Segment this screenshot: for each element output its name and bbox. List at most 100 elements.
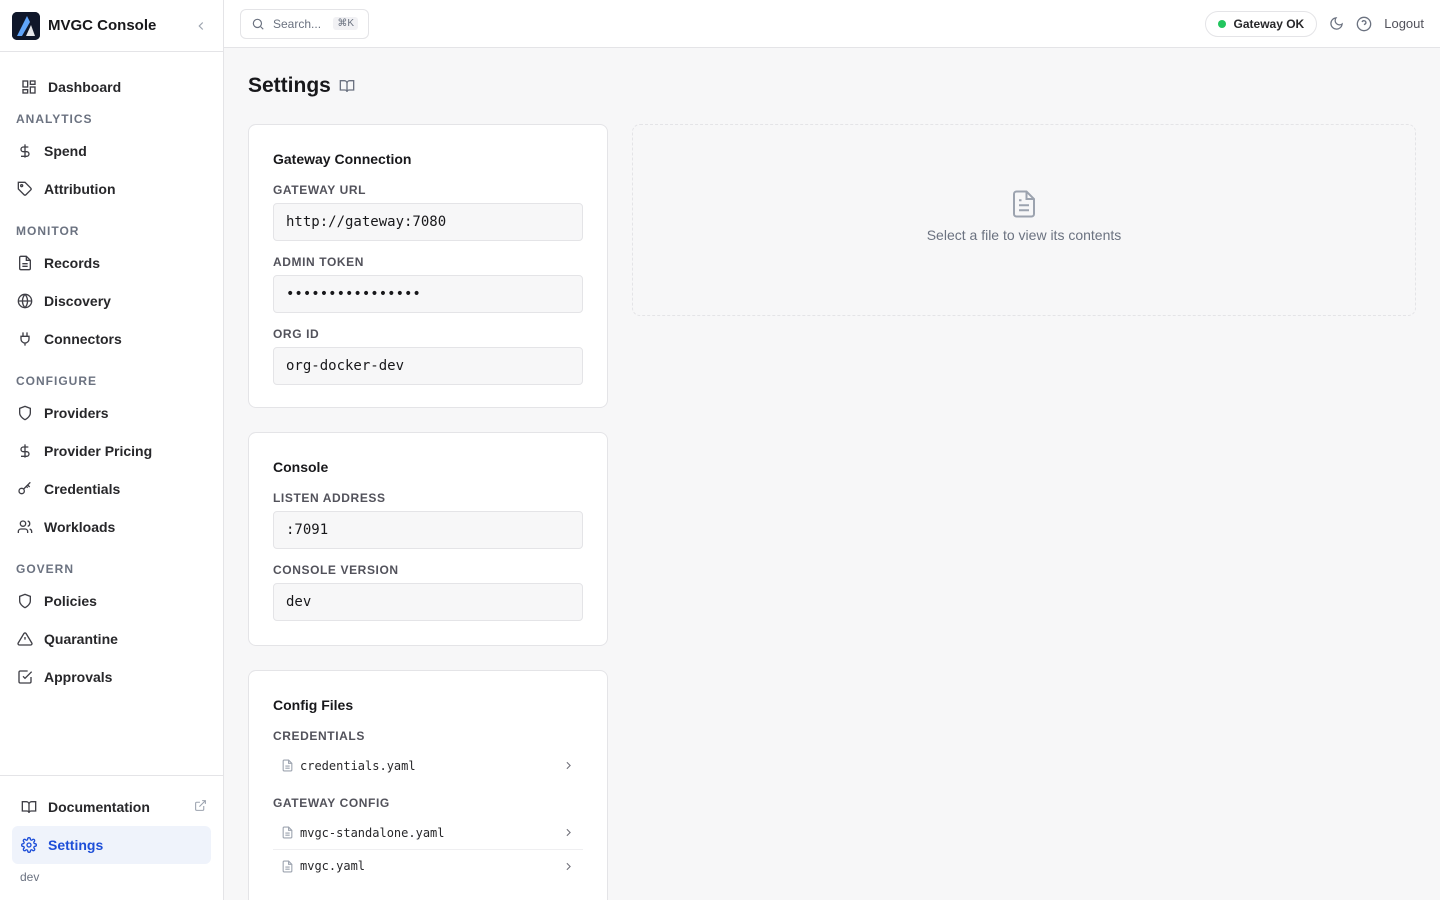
environment-label: dev	[20, 870, 40, 884]
file-text-icon	[1009, 189, 1039, 219]
sidebar-item-label: Documentation	[48, 799, 150, 815]
admin-token-label: ADMIN TOKEN	[273, 255, 365, 269]
section-govern: GOVERN	[16, 562, 75, 576]
sidebar-item-quarantine[interactable]: Quarantine	[12, 620, 211, 658]
sidebar-item-label: Attribution	[44, 181, 116, 197]
globe-icon	[16, 292, 34, 310]
dollar-icon	[16, 142, 34, 160]
config-group-label: GATEWAY CONFIG	[273, 796, 390, 810]
gateway-status-badge: Gateway OK	[1204, 10, 1318, 37]
search-shortcut: ⌘K	[333, 17, 358, 30]
sidebar-item-workloads[interactable]: Workloads	[12, 508, 211, 546]
file-icon	[281, 826, 294, 839]
help-icon[interactable]	[1356, 16, 1372, 32]
org-id-field[interactable]: org-docker-dev	[273, 347, 583, 385]
sidebar-item-label: Quarantine	[44, 631, 118, 647]
listen-address-field[interactable]: :7091	[273, 511, 583, 549]
search-placeholder: Search...	[273, 16, 322, 31]
topbar: Search... ⌘K Gateway OK Logout	[224, 0, 1440, 48]
file-viewer-empty-state: Select a file to view its contents	[632, 124, 1416, 316]
sidebar-item-connectors[interactable]: Connectors	[12, 320, 211, 358]
config-files-card: Config Files CREDENTIALS credentials.yam…	[248, 670, 608, 900]
key-icon	[16, 480, 34, 498]
listen-address-label: LISTEN ADDRESS	[273, 491, 386, 505]
org-id-label: ORG ID	[273, 327, 320, 341]
gear-icon	[20, 836, 38, 854]
sidebar-item-label: Provider Pricing	[44, 443, 153, 459]
sidebar-item-spend[interactable]: Spend	[12, 132, 211, 170]
page-title-text: Settings	[248, 74, 331, 97]
section-analytics: ANALYTICS	[16, 112, 93, 126]
sidebar-item-settings[interactable]: Settings	[12, 826, 211, 864]
sidebar-footer: Documentation Settings dev	[0, 775, 223, 900]
file-text-icon	[16, 254, 34, 272]
config-group-label: CREDENTIALS	[273, 729, 365, 743]
sidebar-item-policies[interactable]: Policies	[12, 582, 211, 620]
status-dot	[1217, 19, 1226, 28]
sidebar-item-attribution[interactable]: Attribution	[12, 170, 211, 208]
console-card: Console LISTEN ADDRESS :7091 CONSOLE VER…	[248, 432, 608, 646]
file-name: credentials.yaml	[300, 758, 416, 773]
admin-token-field[interactable]: ••••••••••••••••	[273, 275, 583, 313]
book-open-icon[interactable]	[339, 78, 355, 94]
plug-icon	[16, 330, 34, 348]
sidebar-item-provider-pricing[interactable]: Provider Pricing	[12, 432, 211, 470]
card-title: Gateway Connection	[273, 151, 412, 167]
book-open-icon	[20, 798, 38, 816]
topbar-actions: Gateway OK Logout	[1204, 10, 1424, 37]
section-monitor: MONITOR	[16, 224, 80, 238]
sidebar-item-documentation[interactable]: Documentation	[12, 788, 211, 826]
file-row-mvgc[interactable]: mvgc.yaml	[273, 849, 583, 882]
file-row-credentials[interactable]: credentials.yaml	[273, 749, 583, 782]
users-icon	[16, 518, 34, 536]
page-title: Settings	[248, 72, 355, 100]
file-name: mvgc-standalone.yaml	[300, 825, 445, 840]
file-icon	[281, 860, 294, 873]
collapse-sidebar-icon[interactable]	[191, 16, 211, 36]
sidebar-item-label: Discovery	[44, 293, 111, 309]
sidebar: MVGC Console Dashboard ANALYTICS Spend A…	[0, 0, 224, 900]
sidebar-item-discovery[interactable]: Discovery	[12, 282, 211, 320]
sidebar-item-label: Connectors	[44, 331, 122, 347]
chevron-right-icon	[562, 860, 575, 873]
card-title: Console	[273, 459, 329, 475]
search-input[interactable]: Search... ⌘K	[240, 8, 369, 39]
brand: MVGC Console	[0, 0, 223, 52]
moon-icon[interactable]	[1329, 16, 1344, 31]
card-title: Config Files	[273, 697, 354, 713]
tag-icon	[16, 180, 34, 198]
sidebar-item-approvals[interactable]: Approvals	[12, 658, 211, 696]
sidebar-item-providers[interactable]: Providers	[12, 394, 211, 432]
sidebar-item-label: Settings	[48, 837, 104, 853]
sidebar-item-label: Approvals	[44, 669, 113, 685]
sidebar-item-label: Spend	[44, 143, 87, 159]
dollar-icon	[16, 442, 34, 460]
external-link-icon	[194, 799, 207, 815]
sidebar-nav: Dashboard ANALYTICS Spend Attribution MO…	[0, 52, 223, 696]
page-header: Settings	[248, 72, 355, 100]
shield-icon	[16, 404, 34, 422]
chevron-right-icon	[562, 759, 575, 772]
logo	[12, 11, 40, 40]
viewer-empty-text: Select a file to view its contents	[926, 227, 1122, 243]
shield-icon	[16, 592, 34, 610]
chevron-right-icon	[562, 826, 575, 839]
sidebar-item-label: Dashboard	[48, 79, 122, 95]
dashboard-icon	[20, 78, 38, 96]
sidebar-item-dashboard[interactable]: Dashboard	[12, 68, 211, 106]
logout-button[interactable]: Logout	[1384, 16, 1424, 31]
sidebar-item-records[interactable]: Records	[12, 244, 211, 282]
sidebar-item-label: Providers	[44, 405, 109, 421]
sidebar-item-label: Records	[44, 255, 101, 271]
file-icon	[281, 759, 294, 772]
gateway-url-field[interactable]: http://gateway:7080	[273, 203, 583, 241]
sidebar-item-label: Policies	[44, 593, 97, 609]
console-version-field[interactable]: dev	[273, 583, 583, 621]
sidebar-item-credentials[interactable]: Credentials	[12, 470, 211, 508]
search-icon	[251, 17, 265, 31]
gateway-url-label: GATEWAY URL	[273, 183, 367, 197]
sidebar-item-label: Credentials	[44, 481, 121, 497]
section-configure: CONFIGURE	[16, 374, 97, 388]
check-square-icon	[16, 668, 34, 686]
file-row-mvgc-standalone[interactable]: mvgc-standalone.yaml	[273, 816, 583, 849]
